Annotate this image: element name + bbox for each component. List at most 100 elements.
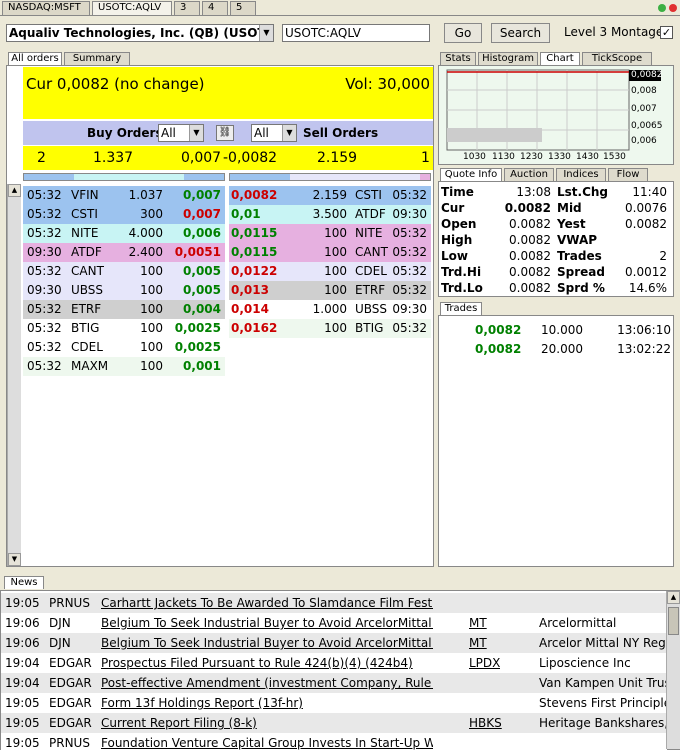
- scroll-up-icon[interactable]: ▲: [667, 591, 680, 604]
- order-price: 0,007: [183, 207, 221, 221]
- order-price: 0,007: [183, 188, 221, 202]
- tab-news[interactable]: News: [4, 576, 44, 589]
- tab-tickscope[interactable]: TickScope: [582, 52, 652, 65]
- news-row[interactable]: 19:05 EDGAR Form 13f Holdings Report (13f-…: [1, 693, 667, 713]
- news-row[interactable]: 19:04 EDGAR Post-effective Amendment (inve…: [1, 673, 667, 693]
- sell-order-row[interactable]: 0,0115 100 NITE 05:32: [229, 224, 431, 243]
- window-tab-2[interactable]: USOTC:AQLV: [92, 1, 172, 15]
- news-company: Heritage Bankshares, I: [539, 716, 667, 730]
- y-tick-5: 0,006: [631, 136, 657, 146]
- news-row[interactable]: 19:04 EDGAR Prospectus Filed Pursuant to R…: [1, 653, 667, 673]
- sell-count: 1: [421, 150, 430, 166]
- level3-checkbox[interactable]: ✓: [660, 26, 673, 39]
- sell-order-row[interactable]: 0,0082 2.159 CSTI 05:32: [229, 186, 431, 205]
- go-button[interactable]: Go: [444, 23, 482, 43]
- news-row[interactable]: 19:06 DJN Belgium To Seek Industrial Buyer…: [1, 613, 667, 633]
- news-scrollbar[interactable]: ▲: [666, 591, 680, 749]
- news-symbol-link[interactable]: MT: [469, 613, 487, 633]
- tab-all-orders[interactable]: All orders: [8, 52, 62, 65]
- tab-summary[interactable]: Summary: [64, 52, 130, 65]
- tab-indices[interactable]: Indices: [556, 168, 606, 181]
- news-symbol-link[interactable]: LPDX: [469, 653, 500, 673]
- news-headline-link[interactable]: Current Report Filing (8-k): [101, 713, 433, 733]
- sell-filter-select[interactable]: All ▼: [251, 124, 297, 142]
- tab-quote-info[interactable]: Quote Info: [440, 168, 502, 181]
- tab-flow[interactable]: Flow: [608, 168, 648, 181]
- buy-order-row[interactable]: 05:32 CDEL 100 0,0025: [23, 338, 225, 357]
- buy-order-row[interactable]: 09:30 UBSS 100 0,005: [23, 281, 225, 300]
- news-symbol-link[interactable]: HBKS: [469, 713, 502, 733]
- news-headline-link[interactable]: Prospectus Filed Pursuant to Rule 424(b)…: [101, 653, 433, 673]
- quote-label: Open: [441, 217, 477, 231]
- news-symbol-link[interactable]: MT: [469, 633, 487, 653]
- quote-value: 0.0012: [625, 265, 667, 279]
- trade-price: 0,0082: [475, 342, 522, 356]
- window-tab-4[interactable]: 4: [202, 1, 228, 15]
- window-tab-3[interactable]: 3: [174, 1, 200, 15]
- x-tick-5: 1430: [576, 152, 599, 162]
- buy-order-row[interactable]: 05:32 BTIG 100 0,0025: [23, 319, 225, 338]
- news-source: EDGAR: [49, 676, 92, 690]
- window-tab-1[interactable]: NASDAQ:MSFT: [2, 1, 90, 15]
- quote-label: Time: [441, 185, 474, 199]
- buy-order-row[interactable]: 09:30 ATDF 2.400 0,0051: [23, 243, 225, 262]
- buy-filter-select[interactable]: All ▼: [158, 124, 204, 142]
- buy-order-row[interactable]: 05:32 ETRF 100 0,004: [23, 300, 225, 319]
- news-headline-link[interactable]: Foundation Venture Capital Group Invests…: [101, 733, 433, 750]
- close-icon[interactable]: [669, 4, 677, 12]
- order-price: 0,01: [231, 207, 261, 221]
- restore-icon[interactable]: [658, 4, 666, 12]
- security-select[interactable]: Aqualiv Technologies, Inc. (QB) (USOTC) …: [6, 24, 274, 42]
- tab-auction[interactable]: Auction: [504, 168, 554, 181]
- news-headline-link[interactable]: Belgium To Seek Industrial Buyer to Avoi…: [101, 633, 433, 653]
- news-headline-link[interactable]: Form 13f Holdings Report (13f-hr): [101, 693, 433, 713]
- sell-order-row[interactable]: 0,014 1.000 UBSS 09:30: [229, 300, 431, 319]
- news-row[interactable]: 19:06 DJN Belgium To Seek Industrial Buyer…: [1, 633, 667, 653]
- search-button[interactable]: Search: [491, 23, 550, 43]
- news-row[interactable]: 19:05 EDGAR Current Report Filing (8-k) HBK…: [1, 713, 667, 733]
- news-source: DJN: [49, 636, 71, 650]
- tab-trades[interactable]: Trades: [440, 302, 482, 315]
- buy-filter-value: All: [161, 126, 176, 140]
- news-panel: 19:05 PRNUS Carhartt Jackets To Be Awarded…: [0, 590, 680, 750]
- window-tab-5[interactable]: 5: [230, 1, 256, 15]
- buy-order-row[interactable]: 05:32 NITE 4.000 0,006: [23, 224, 225, 243]
- news-row[interactable]: 19:05 PRNUS Foundation Venture Capital Gro…: [1, 733, 667, 750]
- order-price: 0,0025: [174, 340, 221, 354]
- tab-chart[interactable]: Chart: [540, 52, 580, 65]
- sell-order-row[interactable]: 0,0122 100 CDEL 05:32: [229, 262, 431, 281]
- scroll-thumb[interactable]: [668, 607, 679, 635]
- buy-order-row[interactable]: 05:32 VFIN 1.037 0,007: [23, 186, 225, 205]
- scroll-up-icon[interactable]: ▲: [8, 184, 21, 197]
- buy-order-row[interactable]: 05:32 CANT 100 0,005: [23, 262, 225, 281]
- chevron-down-icon: ▼: [189, 125, 203, 141]
- sell-order-row[interactable]: 0,013 100 ETRF 05:32: [229, 281, 431, 300]
- trade-size: 10.000: [541, 323, 583, 337]
- sell-order-row[interactable]: 0,01 3.500 ATDF 09:30: [229, 205, 431, 224]
- tab-stats[interactable]: Stats: [440, 52, 476, 65]
- buy-order-row[interactable]: 05:32 MAXM 100 0,001: [23, 357, 225, 376]
- news-row[interactable]: 19:05 PRNUS Carhartt Jackets To Be Awarded…: [1, 593, 667, 613]
- quote-value: 0.0082: [509, 281, 551, 295]
- order-book-scrollbar[interactable]: ▲ ▼: [7, 184, 21, 566]
- news-company: Arcelor Mittal NY Regist: [539, 636, 667, 650]
- buy-order-row[interactable]: 05:32 CSTI 300 0,007: [23, 205, 225, 224]
- news-headline-link[interactable]: Post-effective Amendment (investment Com…: [101, 673, 433, 693]
- market-maker: UBSS: [355, 302, 388, 316]
- market-maker: CSTI: [355, 188, 382, 202]
- quote-label: Low: [441, 249, 468, 263]
- quote-value: 11:40: [632, 185, 667, 199]
- sell-order-row[interactable]: 0,0115 100 CANT 05:32: [229, 243, 431, 262]
- symbol-input[interactable]: USOTC:AQLV: [282, 24, 430, 42]
- news-headline-link[interactable]: Belgium To Seek Industrial Buyer to Avoi…: [101, 613, 433, 633]
- buy-count: 2: [37, 150, 46, 166]
- news-headline-link[interactable]: Carhartt Jackets To Be Awarded To Slamda…: [101, 593, 433, 613]
- link-icon[interactable]: ⛓: [216, 125, 234, 141]
- tab-histogram[interactable]: Histogram: [478, 52, 538, 65]
- scroll-down-icon[interactable]: ▼: [8, 553, 21, 566]
- quote-label: Cur: [441, 201, 465, 215]
- order-time: 05:32: [392, 283, 427, 297]
- quote-value: 0.0082: [509, 233, 551, 247]
- sell-order-row[interactable]: 0,0162 100 BTIG 05:32: [229, 319, 431, 338]
- order-price: 0,005: [183, 264, 221, 278]
